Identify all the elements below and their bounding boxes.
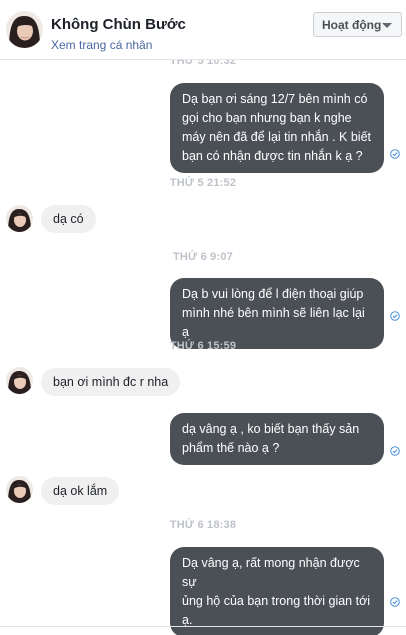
check-circle-icon: [390, 446, 400, 456]
message-bubble-outgoing[interactable]: dạ vâng ạ , ko biết bạn thấy sản phẩm th…: [170, 413, 384, 465]
contact-avatar-large[interactable]: [6, 11, 43, 48]
message-thread[interactable]: THỨ 5 10:32 Dạ bạn ơi sáng 12/7 bên mình…: [0, 0, 406, 635]
message-bubble-outgoing[interactable]: Dạ vâng ạ, rất mong nhận được sự ủng hộ …: [170, 547, 384, 635]
check-circle-icon: [390, 597, 400, 607]
status-dropdown-button[interactable]: Hoạt động: [313, 12, 402, 37]
message-bubble-outgoing[interactable]: Dạ bạn ơi sáng 12/7 bên mình có gọi cho …: [170, 83, 384, 173]
check-circle-icon: [390, 149, 400, 159]
message-bubble-incoming[interactable]: bạn ơi mình đc r nha: [41, 368, 181, 396]
timestamp: THỨ 5 21:52: [169, 177, 237, 189]
message-bubble-incoming[interactable]: dạ ok lắm: [41, 477, 120, 505]
check-circle-icon: [390, 311, 400, 321]
conversation-header: Không Chùn Bước Xem trang cá nhân Hoạt đ…: [0, 0, 406, 60]
timestamp: THỨ 6 18:38: [169, 519, 237, 531]
contact-avatar[interactable]: [6, 476, 33, 503]
message-bubble-incoming[interactable]: dạ có: [41, 205, 96, 233]
view-profile-link[interactable]: Xem trang cá nhân: [51, 38, 152, 52]
chevron-down-icon: [382, 23, 392, 28]
contact-name[interactable]: Không Chùn Bước: [51, 16, 186, 33]
contact-avatar[interactable]: [6, 367, 33, 394]
timestamp: THỨ 6 15:59: [169, 340, 237, 352]
contact-avatar[interactable]: [6, 205, 33, 232]
message-bubble-outgoing[interactable]: Dạ b vui lòng để l điện thoại giúp mình …: [170, 278, 384, 349]
status-label: Hoạt động: [322, 17, 382, 32]
composer-divider: [0, 626, 406, 627]
timestamp: THỨ 6 9:07: [172, 251, 234, 263]
